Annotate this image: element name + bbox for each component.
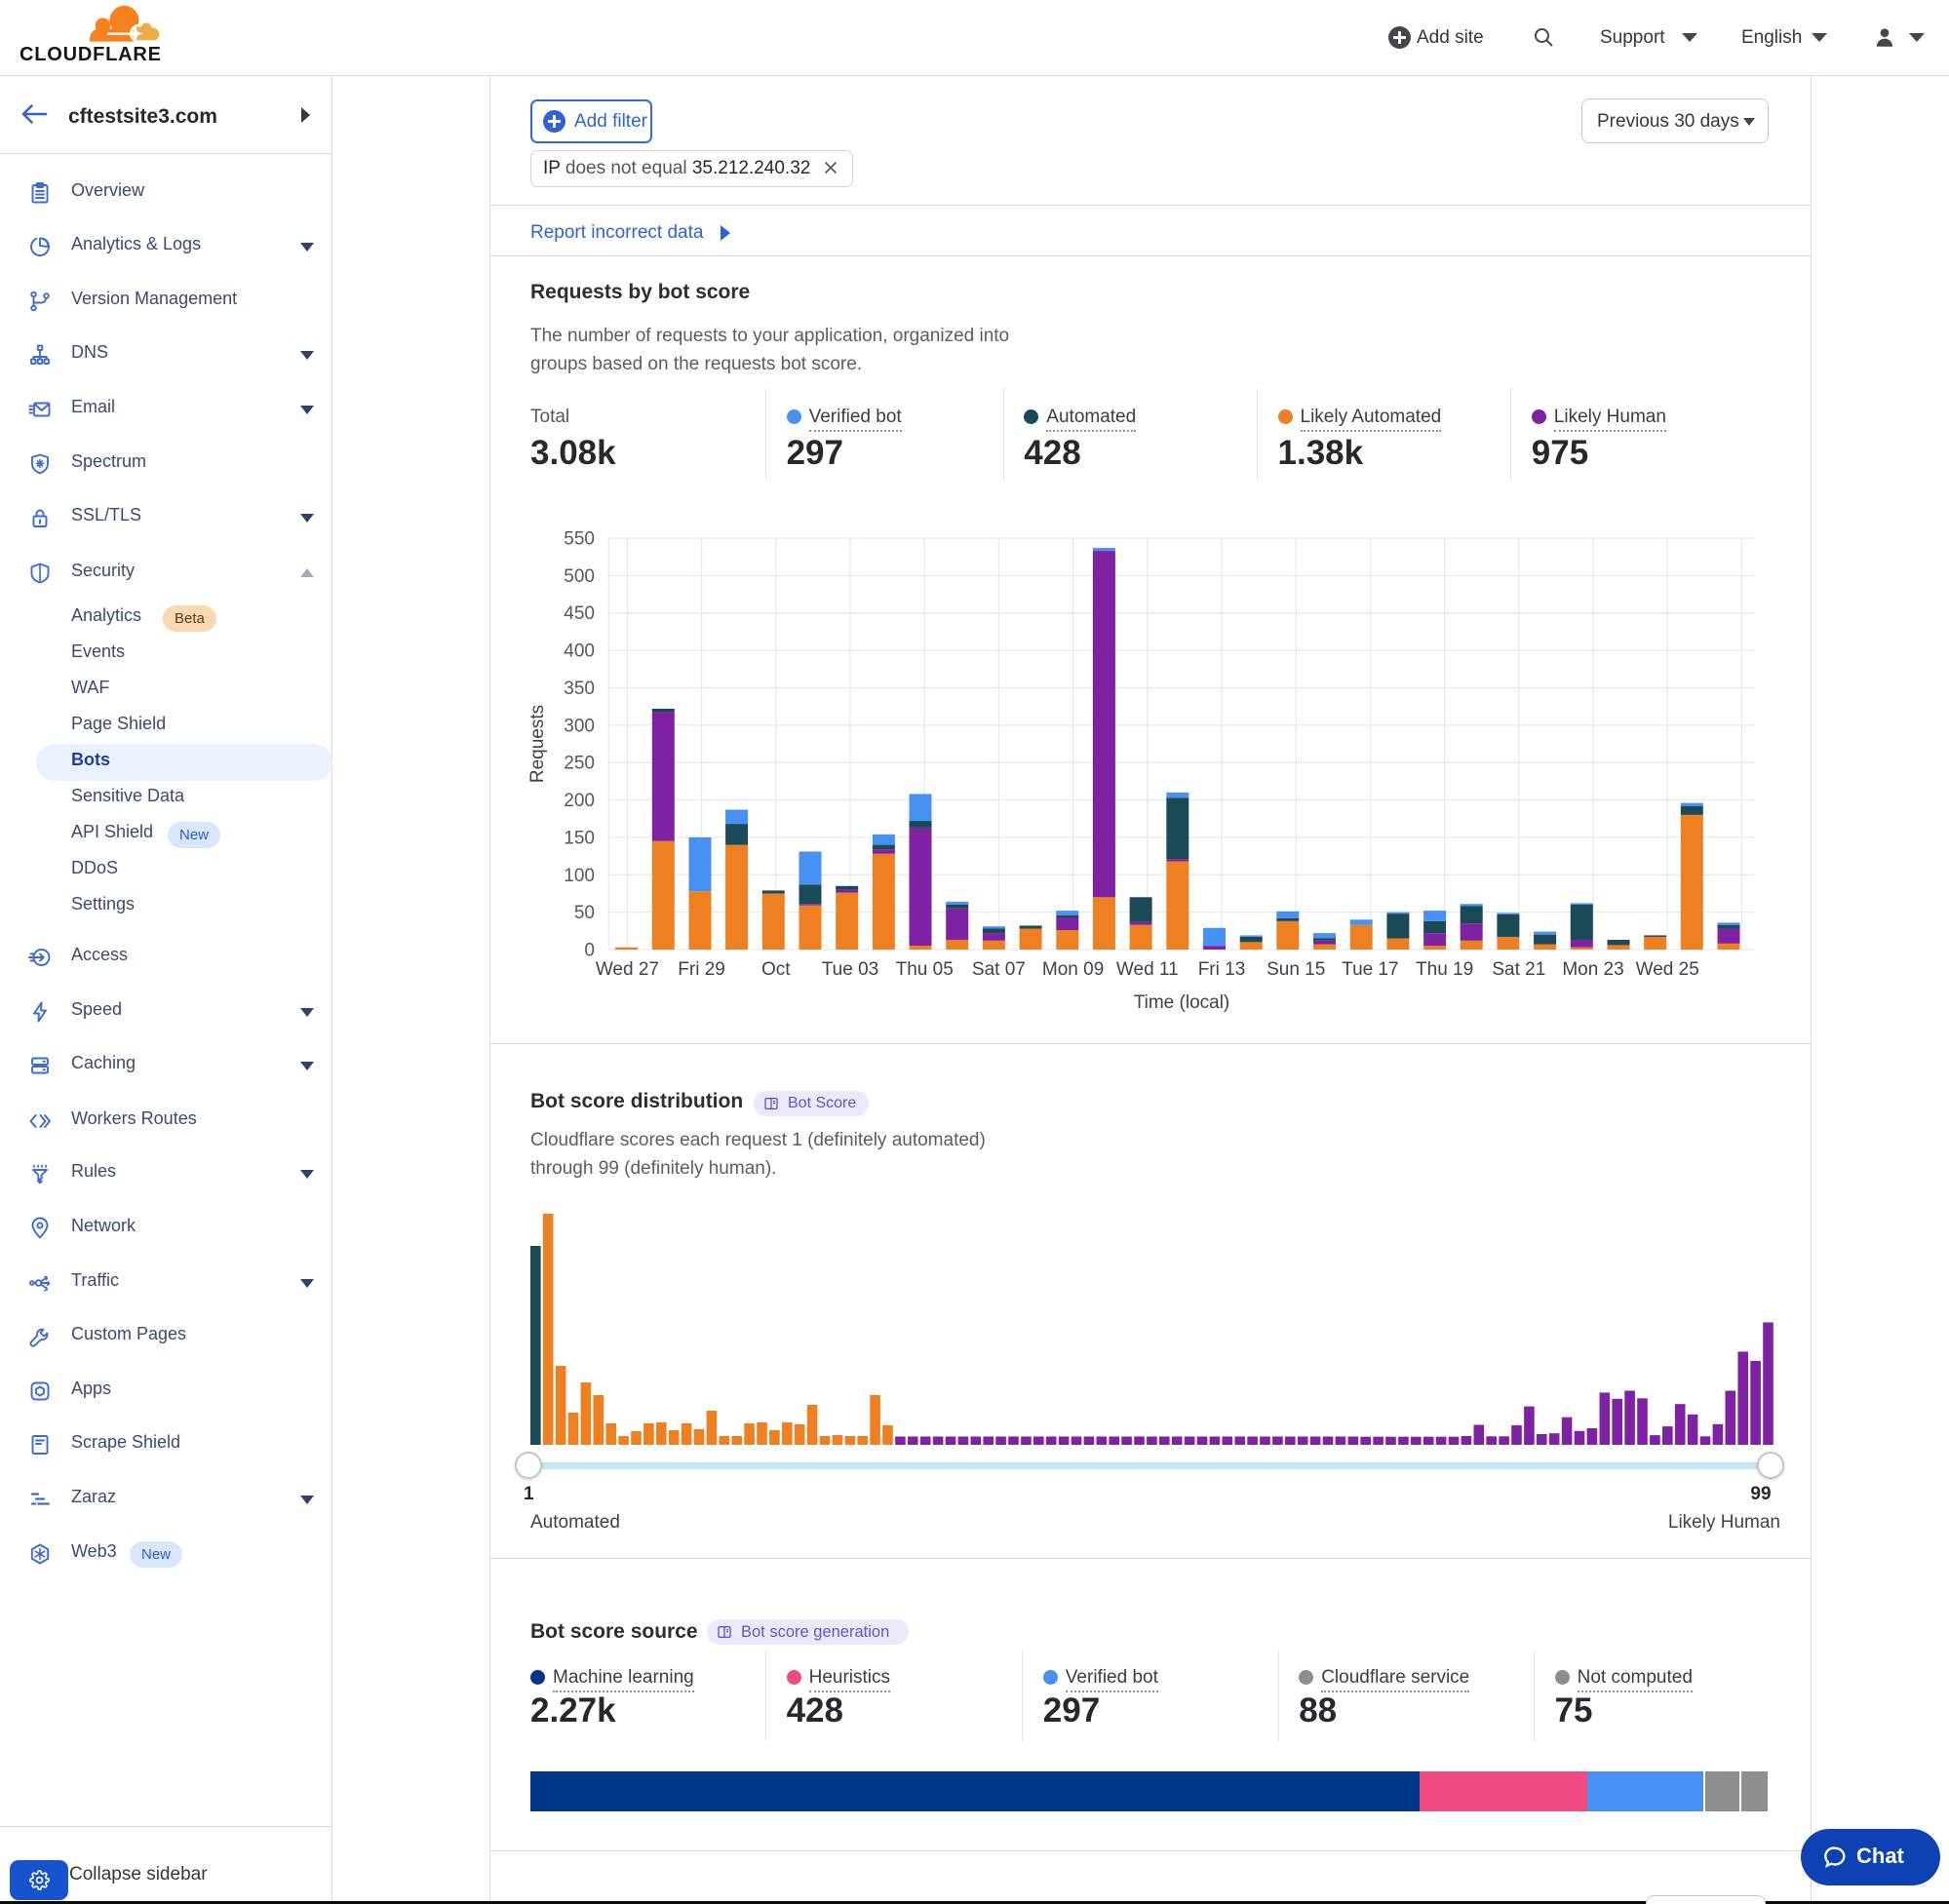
svg-text:300: 300: [564, 716, 595, 736]
svg-text:Sat 07: Sat 07: [972, 959, 1026, 980]
svg-text:100: 100: [564, 866, 595, 886]
svg-text:Thu 19: Thu 19: [1416, 959, 1473, 980]
svg-text:Thu 05: Thu 05: [896, 959, 954, 980]
svg-text:450: 450: [564, 603, 595, 624]
svg-text:150: 150: [564, 828, 595, 848]
svg-text:Wed 11: Wed 11: [1116, 959, 1179, 980]
svg-text:Tue 03: Tue 03: [822, 959, 878, 980]
svg-text:Mon 09: Mon 09: [1042, 959, 1104, 980]
svg-text:250: 250: [564, 754, 595, 774]
svg-text:0: 0: [584, 941, 595, 961]
svg-text:Requests: Requests: [527, 705, 548, 783]
svg-text:Tue 17: Tue 17: [1342, 959, 1398, 980]
svg-text:400: 400: [564, 641, 595, 662]
svg-text:350: 350: [564, 679, 595, 699]
svg-text:500: 500: [564, 566, 595, 587]
svg-text:Mon 23: Mon 23: [1562, 959, 1623, 980]
svg-text:Fri 13: Fri 13: [1198, 959, 1246, 980]
svg-text:50: 50: [574, 903, 595, 923]
svg-text:Sat 21: Sat 21: [1492, 959, 1545, 980]
svg-text:550: 550: [564, 529, 595, 550]
svg-text:Oct: Oct: [761, 959, 791, 980]
svg-text:Wed 25: Wed 25: [1636, 959, 1699, 980]
svg-text:200: 200: [564, 791, 595, 811]
svg-text:Fri 29: Fri 29: [678, 959, 725, 980]
svg-text:Sun 15: Sun 15: [1267, 959, 1325, 980]
svg-text:Wed 27: Wed 27: [596, 959, 659, 980]
svg-text:Time (local): Time (local): [1134, 992, 1230, 1013]
